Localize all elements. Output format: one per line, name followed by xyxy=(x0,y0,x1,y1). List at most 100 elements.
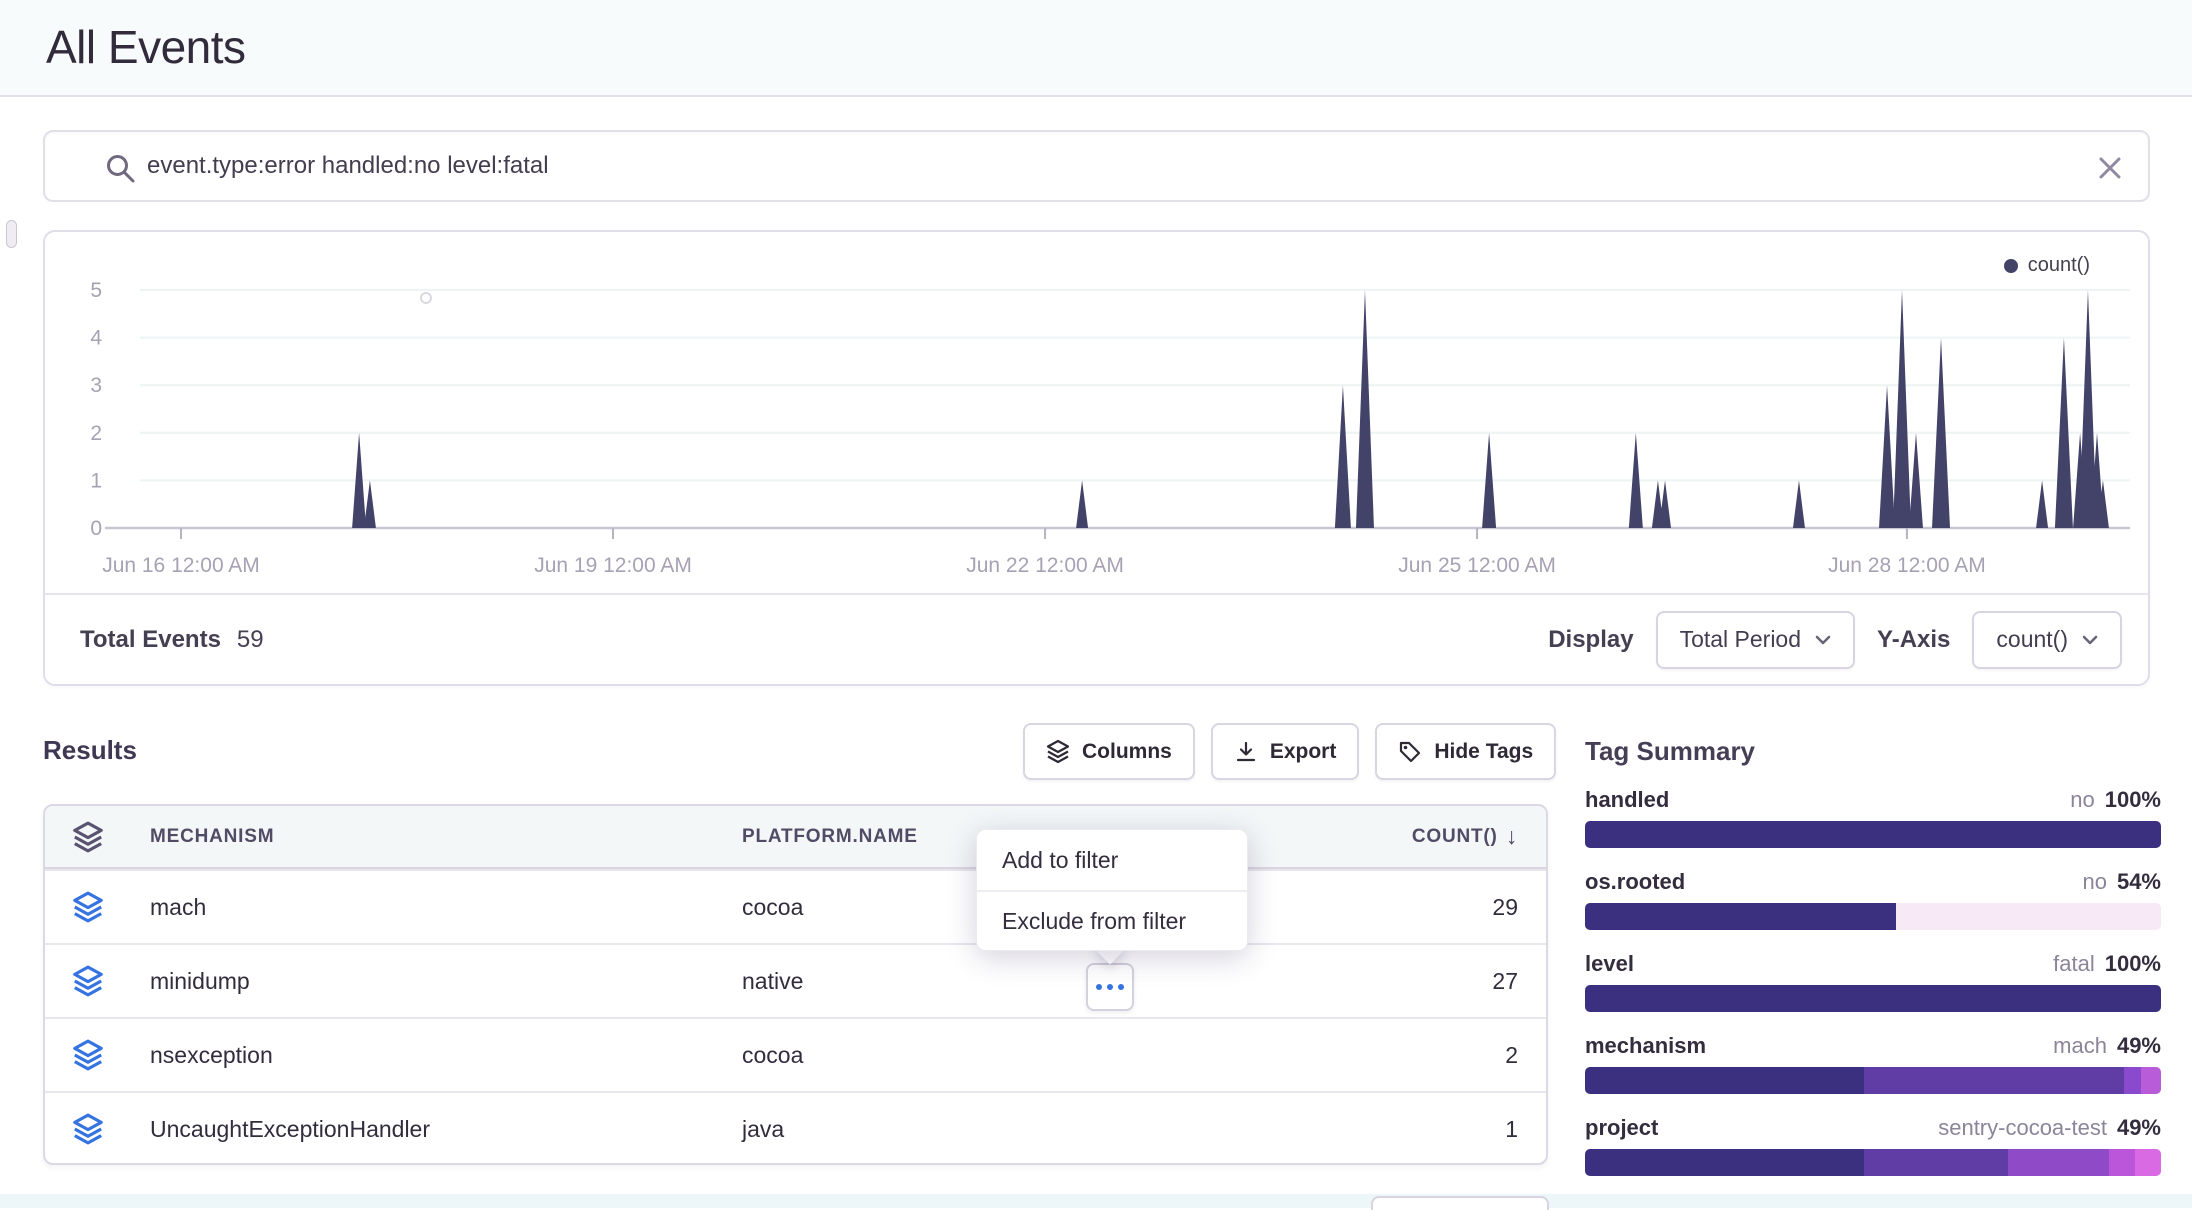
tag-percent: 100% xyxy=(2105,950,2161,978)
x-tick-label: Jun 19 12:00 AM xyxy=(534,554,692,577)
tag-bar-segment xyxy=(2124,1067,2141,1094)
tag-bar[interactable] xyxy=(1585,903,2161,930)
tag-bar-segment xyxy=(1585,1149,1864,1176)
tag-bar-segment xyxy=(2008,1149,2109,1176)
tag-percent: 100% xyxy=(2105,786,2161,814)
column-header-platform[interactable]: PLATFORM.NAME xyxy=(742,806,918,867)
chart-spike xyxy=(1335,385,1351,528)
cell-platform[interactable]: native xyxy=(742,945,803,1017)
legend-label: count() xyxy=(2028,254,2090,277)
tag-name: level xyxy=(1585,950,1634,978)
resize-handle[interactable] xyxy=(6,220,17,248)
layers-icon[interactable] xyxy=(72,1039,104,1072)
yaxis-select-value: count() xyxy=(1996,626,2068,653)
hide-tags-button[interactable]: Hide Tags xyxy=(1375,723,1556,780)
cell-count[interactable]: 27 xyxy=(1492,945,1518,1017)
events-chart-svg[interactable]: 012345Jun 16 12:00 AMJun 19 12:00 AMJun … xyxy=(45,232,2152,595)
search-input[interactable]: event.type:error handled:no level:fatal xyxy=(147,132,2107,200)
events-chart-card: count() 012345Jun 16 12:00 AMJun 19 12:0… xyxy=(43,230,2150,686)
display-select[interactable]: Total Period xyxy=(1656,611,1855,669)
export-button[interactable]: Export xyxy=(1211,723,1360,780)
layers-icon[interactable] xyxy=(72,891,104,924)
chevron-down-icon xyxy=(1815,635,1831,645)
x-tick-label: Jun 28 12:00 AM xyxy=(1828,554,1986,577)
tag-name: project xyxy=(1585,1114,1658,1142)
y-tick-label: 3 xyxy=(90,374,102,397)
tag-bar-segment xyxy=(2135,1149,2161,1176)
tag-top-value: no xyxy=(2082,868,2106,896)
cell-count[interactable]: 1 xyxy=(1505,1093,1518,1165)
tag-bar-segment xyxy=(2141,1067,2161,1094)
x-tick-label: Jun 25 12:00 AM xyxy=(1398,554,1556,577)
table-row: minidump native 27 xyxy=(45,943,1546,1017)
cell-mechanism[interactable]: UncaughtExceptionHandler xyxy=(150,1093,430,1165)
chart-legend[interactable]: count() xyxy=(2004,254,2090,277)
tag-bar-segment xyxy=(1585,903,1896,930)
menu-item-exclude-from-filter[interactable]: Exclude from filter xyxy=(977,890,1247,950)
tag-item: handled no100% xyxy=(1585,786,2161,848)
y-tick-label: 0 xyxy=(90,517,102,540)
cell-mechanism[interactable]: minidump xyxy=(150,945,250,1017)
yaxis-label: Y-Axis xyxy=(1877,626,1950,654)
cell-count[interactable]: 29 xyxy=(1492,871,1518,943)
tag-name: mechanism xyxy=(1585,1032,1706,1060)
clear-search-icon[interactable] xyxy=(2096,154,2124,182)
chart-point-artifact xyxy=(421,293,431,303)
display-select-value: Total Period xyxy=(1680,626,1801,653)
layers-icon[interactable] xyxy=(72,1113,104,1146)
tag-item: level fatal 100% xyxy=(1585,950,2161,1012)
tag-bar[interactable] xyxy=(1585,985,2161,1012)
yaxis-select[interactable]: count() xyxy=(1972,611,2122,669)
cell-mechanism[interactable]: nsexception xyxy=(150,1019,273,1091)
x-tick-label: Jun 22 12:00 AM xyxy=(966,554,1124,577)
tag-bar-segment xyxy=(1585,985,2161,1012)
tag-top-value: sentry-cocoa-test xyxy=(1938,1114,2107,1142)
y-tick-label: 4 xyxy=(90,327,102,350)
layers-icon[interactable] xyxy=(72,820,104,853)
tag-percent: 49% xyxy=(2117,1032,2161,1060)
tag-top-value: fatal xyxy=(2053,950,2095,978)
cell-platform[interactable]: cocoa xyxy=(742,1019,803,1091)
display-label: Display xyxy=(1548,626,1633,654)
export-button-label: Export xyxy=(1270,740,1337,764)
results-toolbar: Columns Export Hide Tags xyxy=(1023,723,1556,780)
cell-actions-button[interactable] xyxy=(1086,963,1134,1011)
menu-item-add-to-filter[interactable]: Add to filter xyxy=(977,830,1247,890)
search-bar[interactable]: event.type:error handled:no level:fatal xyxy=(43,130,2150,202)
y-tick-label: 2 xyxy=(90,422,102,445)
y-tick-label: 5 xyxy=(90,279,102,302)
tag-bar-segment xyxy=(1585,821,2161,848)
tag-top-value: no xyxy=(2070,786,2094,814)
total-events-value: 59 xyxy=(237,626,264,654)
page-title: All Events xyxy=(46,20,246,74)
tag-bar-segment xyxy=(1864,1149,2008,1176)
all-events-page: { "app": { "title": "All Events" }, "sea… xyxy=(0,0,2192,1208)
layers-icon[interactable] xyxy=(72,965,104,998)
tag-summary: Tag Summary handled no100% os.rooted no5… xyxy=(1585,736,2161,1176)
cell-platform[interactable]: java xyxy=(742,1093,784,1165)
download-icon xyxy=(1234,740,1258,764)
chart-spike xyxy=(2036,480,2048,528)
columns-button[interactable]: Columns xyxy=(1023,723,1195,780)
tag-icon xyxy=(1398,740,1422,764)
total-events-label: Total Events xyxy=(80,626,221,654)
chevron-down-icon xyxy=(2082,635,2098,645)
tag-item: project sentry-cocoa-test49% xyxy=(1585,1114,2161,1176)
tag-bar-segment xyxy=(1864,1067,2123,1094)
cell-mechanism[interactable]: mach xyxy=(150,871,206,943)
column-header-mechanism[interactable]: MECHANISM xyxy=(150,806,274,867)
chart-spike xyxy=(1356,290,1374,528)
sort-desc-icon: ↓ xyxy=(1506,823,1518,850)
columns-button-label: Columns xyxy=(1082,740,1172,764)
tag-bar[interactable] xyxy=(1585,821,2161,848)
cell-count[interactable]: 2 xyxy=(1505,1019,1518,1091)
cell-platform[interactable]: cocoa xyxy=(742,871,803,943)
chart-spike xyxy=(1879,385,1895,528)
chart-spike xyxy=(1793,480,1805,528)
table-row: mach cocoa 29 xyxy=(45,869,1546,943)
tag-bar[interactable] xyxy=(1585,1067,2161,1094)
tag-bar[interactable] xyxy=(1585,1149,2161,1176)
tag-top-value: mach xyxy=(2053,1032,2107,1060)
hide-tags-button-label: Hide Tags xyxy=(1434,740,1533,764)
column-header-count[interactable]: COUNT() ↓ xyxy=(1412,806,1518,867)
